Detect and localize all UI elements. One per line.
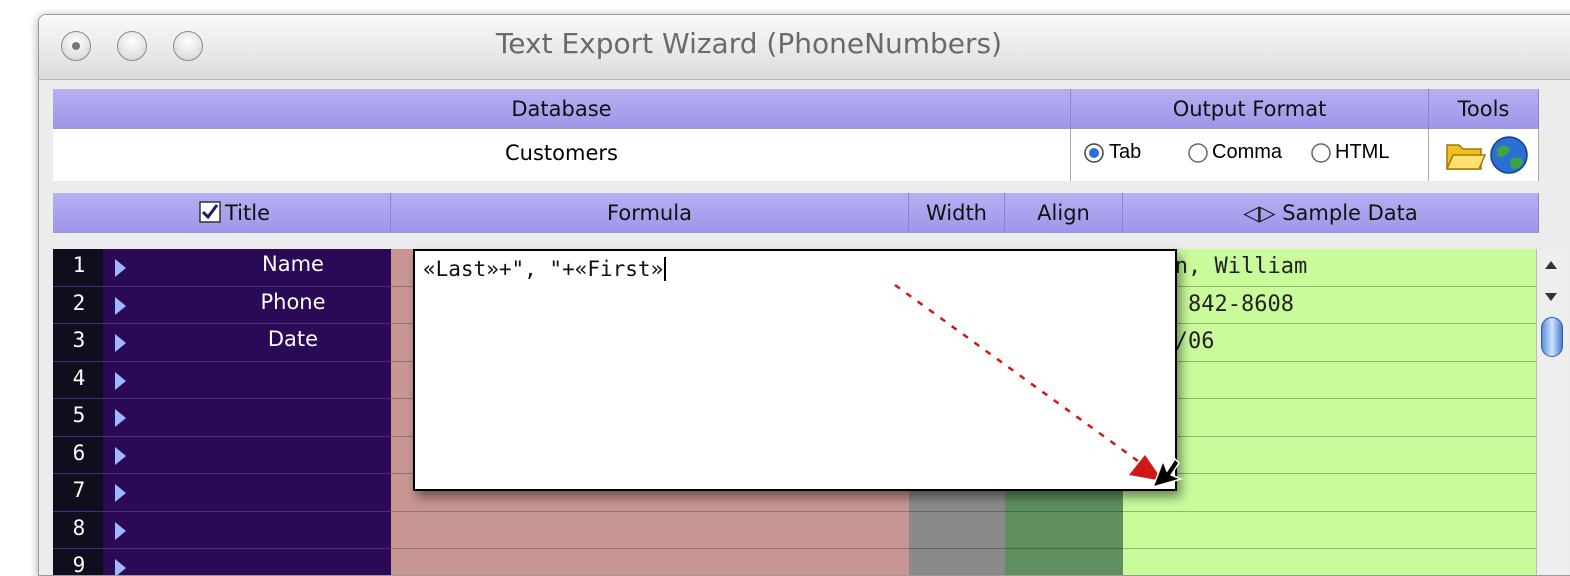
row-title[interactable]: Date [203,327,383,351]
formula-cell[interactable] [391,511,909,549]
row-number: 5 [72,403,86,427]
expand-triangle-icon[interactable] [115,521,126,540]
left-right-arrows-icon[interactable]: ◁▷ [1243,201,1282,225]
text-cursor [664,257,667,281]
sample-data-cell [1123,361,1536,399]
row-header[interactable]: 3 Date [53,324,391,362]
expand-triangle-icon[interactable] [115,559,126,575]
row-header[interactable]: 7 [53,474,391,512]
window-title: Text Export Wizard (PhoneNumbers) [495,27,1003,60]
sample-data-cell [1123,511,1536,549]
expand-triangle-icon[interactable] [115,334,126,352]
scroll-thumb[interactable] [1541,317,1563,357]
formula-editor-popup[interactable]: «Last»+", "+«First» [413,249,1177,491]
row-header[interactable]: 2 Phone [53,286,391,324]
wizard-content: Database Output Format Tools Customers T… [53,89,1570,575]
row-number: 3 [72,328,86,352]
width-column-header: Width [909,193,1005,233]
formula-column-header: Formula [391,193,909,233]
expand-triangle-icon[interactable] [115,259,126,277]
row-number: 1 [72,253,86,277]
export-wizard-window: Text Export Wizard (PhoneNumbers) Databa… [38,14,1570,576]
database-value[interactable]: Customers [53,129,1071,181]
expand-triangle-icon[interactable] [115,371,126,390]
row-header[interactable]: 5 [53,399,391,437]
width-cell[interactable] [909,511,1005,549]
expand-triangle-icon[interactable] [115,484,126,502]
row-header[interactable]: 8 [53,511,391,549]
sample-data-cell [1123,399,1536,437]
format-comma-radio[interactable]: Comma [1212,141,1282,164]
output-format-options: Tab Comma HTML [1071,129,1429,181]
tools-cell [1429,129,1539,181]
folder-icon[interactable] [1443,133,1487,177]
row-title[interactable]: Phone [203,290,383,314]
sample-column-label: Sample Data [1282,201,1418,225]
expand-triangle-icon[interactable] [115,409,126,427]
row-number: 8 [72,515,86,540]
row-header[interactable]: 9 [53,549,391,575]
row-header[interactable]: 6 [53,436,391,474]
formula-cell[interactable] [391,549,909,575]
expand-triangle-icon[interactable] [115,296,126,315]
row-header[interactable]: 1 Name [53,249,391,287]
row-number: 6 [72,440,86,465]
align-cell[interactable] [1005,549,1123,575]
scroll-up-arrow-icon[interactable] [1545,261,1557,269]
align-cell[interactable] [1005,511,1123,549]
sample-data-cell: 01) 842-8608 [1123,286,1536,324]
row-number: 7 [72,478,86,502]
row-number: 2 [72,290,86,315]
row-header[interactable]: 4 [53,361,391,399]
title-checkbox[interactable] [199,201,221,223]
row-title[interactable]: Name [203,252,383,276]
row-number: 4 [72,365,86,390]
sample-data-cell [1123,474,1536,512]
sample-data-cell [1123,549,1536,575]
table-scrollbar[interactable] [1536,249,1568,575]
title-column-header: Title [53,193,391,233]
formula-editor-input[interactable]: «Last»+", "+«First» [423,257,667,281]
tools-header: Tools [1429,89,1539,129]
globe-icon[interactable] [1487,133,1531,177]
sample-data-cell: rdan, William [1123,249,1536,287]
format-tab-radio[interactable]: Tab [1109,141,1141,164]
output-format-header: Output Format [1071,89,1429,129]
align-column-header: Align [1005,193,1123,233]
format-html-radio[interactable]: HTML [1335,141,1389,164]
sample-data-cell [1123,436,1536,474]
scroll-down-arrow-icon[interactable] [1545,293,1557,301]
formula-text: «Last»+", "+«First» [423,257,664,281]
sample-data-cell: /26/06 [1123,324,1536,362]
sample-column-header: ◁▷ Sample Data [1123,193,1539,233]
database-header: Database [53,89,1071,129]
width-cell[interactable] [909,549,1005,575]
title-column-label: Title [225,201,271,225]
expand-triangle-icon[interactable] [115,446,126,465]
title-bar[interactable]: Text Export Wizard (PhoneNumbers) [39,15,1570,80]
